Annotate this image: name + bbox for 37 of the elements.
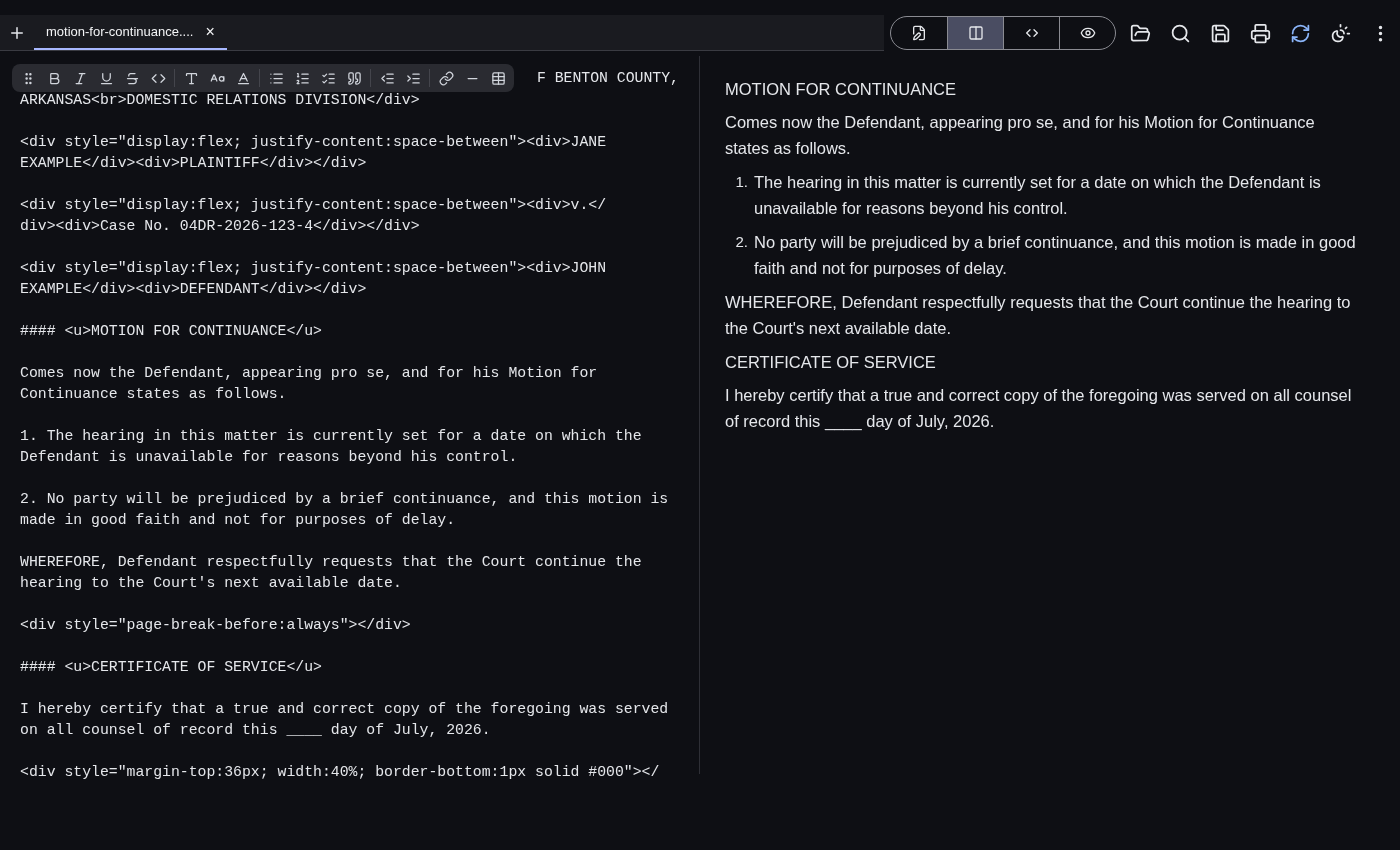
edit-mode-icon bbox=[911, 25, 927, 41]
preview-paragraph: I hereby certify that a true and correct copy of the foregoing was served on all counsel of record this ____ day of July, 2026. bbox=[725, 385, 1353, 433]
code-line: 1. The hearing in this matter is currently set for a date on which the bbox=[20, 427, 643, 446]
list-number: 2. bbox=[734, 232, 749, 252]
preview-heading: CERTIFICATE OF SERVICE bbox=[725, 352, 937, 373]
code-line: <div style="display:flex; justify-content:space-between"><div>JANE bbox=[20, 133, 608, 152]
code-line: on all counsel of record this ____ day of July, 2026. bbox=[20, 721, 492, 740]
code-line: <div style="margin-top:36px; width:40%; border-bottom:1px solid #000"></ bbox=[20, 763, 661, 782]
code-line: F BENTON COUNTY, bbox=[536, 68, 679, 88]
preview-paragraph: Comes now the Defendant, appearing pro se, and for his Motion for Continuance states as follows. bbox=[725, 112, 1316, 159]
preview-mode-icon bbox=[1079, 25, 1096, 41]
code-line: <div style="page-break-before:always"></div> bbox=[20, 616, 412, 635]
code-line: I hereby certify that a true and correct copy of the foregoing was served bbox=[20, 700, 670, 719]
split-mode-icon bbox=[967, 25, 984, 41]
list-item-text: No party will be prejudiced by a brief continuance, and this motion is made in good faith and not for purposes of delay. bbox=[753, 232, 1357, 279]
code-line: WHEREFORE, Defendant respectfully requests that the Court continue the bbox=[20, 553, 643, 572]
list-number: 1. bbox=[734, 172, 749, 192]
list-item-text: The hearing in this matter is currently set for a date on which the Defendant is unavailable for reasons beyond his control. bbox=[753, 172, 1322, 219]
code-line: ARKANSAS<br>DOMESTIC RELATIONS DIVISION</div> bbox=[20, 91, 421, 110]
code-line: EXAMPLE</div><div>DEFENDANT</div></div> bbox=[20, 280, 368, 299]
code-line: Continuance states as follows. bbox=[20, 385, 288, 404]
preview-heading: MOTION FOR CONTINUANCE bbox=[725, 79, 957, 100]
code-line: made in good faith and not for purposes of delay. bbox=[20, 511, 457, 530]
code-line: <div style="display:flex; justify-content:space-between"><div>JOHN bbox=[20, 259, 608, 278]
code-line: hearing to the Court's next available date. bbox=[20, 574, 403, 593]
preview-paragraph: WHEREFORE, Defendant respectfully requests that the Court continue the hearing to the Court's next available date. bbox=[725, 292, 1352, 339]
code-line: #### <u>MOTION FOR CONTINUANCE</u> bbox=[20, 322, 323, 341]
code-line: #### <u>CERTIFICATE OF SERVICE</u> bbox=[20, 658, 323, 677]
code-line: EXAMPLE</div><div>PLAINTIFF</div></div> bbox=[20, 154, 368, 173]
print-icon[interactable] bbox=[1248, 21, 1272, 45]
code-line: 2. No party will be prejudiced by a brief continuance, and this motion is bbox=[20, 490, 670, 509]
code-line: Defendant is unavailable for reasons beyond his control. bbox=[20, 448, 519, 467]
code-line: <div style="display:flex; justify-content:space-between"><div>v.</ bbox=[20, 196, 608, 215]
code-line: Comes now the Defendant, appearing pro se, and for his Motion for bbox=[20, 364, 599, 383]
code-line: div><div>Case No. 04DR-2026-123-4</div></div> bbox=[20, 217, 421, 236]
split-mode-button[interactable] bbox=[947, 17, 1003, 49]
close-tab-button[interactable]: × bbox=[205, 19, 215, 44]
